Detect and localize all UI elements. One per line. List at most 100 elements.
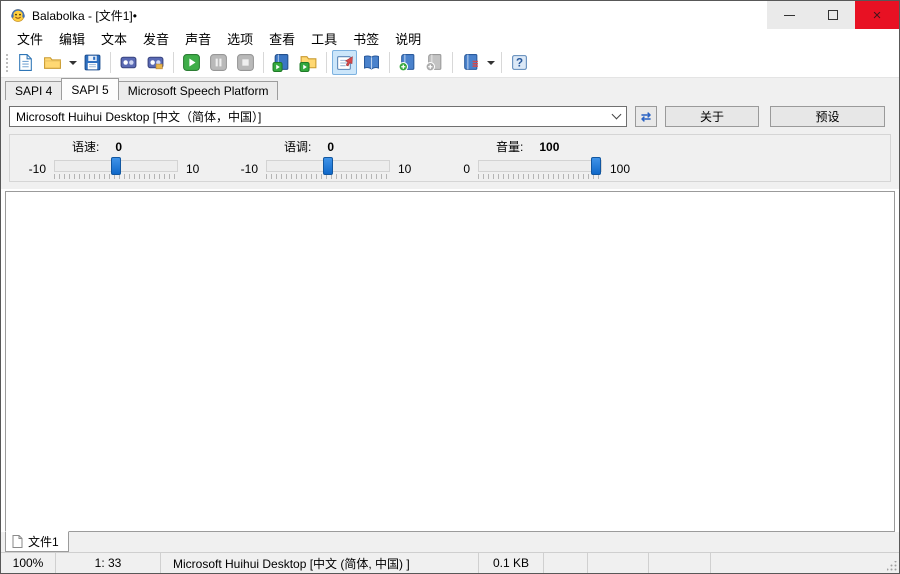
close-button[interactable]: ×	[855, 1, 899, 29]
remove-dictionary-icon	[461, 53, 480, 72]
menu-tools[interactable]: 工具	[303, 28, 345, 49]
rate-slider[interactable]	[54, 160, 178, 172]
refresh-voices-button[interactable]: ⇄	[635, 106, 657, 127]
volume-min-label: 0	[448, 162, 478, 176]
add-dictionary-icon	[398, 53, 417, 72]
pitch-min-label: -10	[236, 162, 266, 176]
tab-sapi4[interactable]: SAPI 4	[5, 81, 62, 100]
menu-text[interactable]: 文本	[93, 28, 135, 49]
pause-button[interactable]	[206, 50, 231, 75]
add-dictionary-disabled-icon	[425, 53, 444, 72]
toolbar-gripper[interactable]	[4, 52, 8, 74]
toolbar-separator	[452, 52, 453, 73]
toolbar-separator	[326, 52, 327, 73]
pause-icon	[209, 53, 228, 72]
tab-microsoft-speech-platform[interactable]: Microsoft Speech Platform	[118, 81, 279, 100]
open-file-dropdown-button[interactable]	[66, 50, 79, 75]
save-audio-file-icon	[119, 53, 138, 72]
voice-panel: Microsoft Huihui Desktop [中文（简体，中国）] ⇄ 关…	[1, 100, 899, 189]
volume-slider-block: 音量: 100 0 100	[448, 138, 646, 179]
toolbar-separator	[263, 52, 264, 73]
split-audio-file-button[interactable]	[143, 50, 168, 75]
menu-help[interactable]: 说明	[387, 28, 429, 49]
new-document-button[interactable]	[13, 50, 38, 75]
status-voice: Microsoft Huihui Desktop [中文 (简体, 中国) ]	[161, 553, 479, 573]
save-file-button[interactable]	[80, 50, 105, 75]
rate-label: 语速:	[72, 138, 99, 155]
stop-button[interactable]	[233, 50, 258, 75]
menu-bookmarks[interactable]: 书签	[345, 28, 387, 49]
rate-max-label: 10	[178, 162, 212, 176]
document-icon	[12, 535, 23, 548]
help-button[interactable]: ?	[507, 50, 532, 75]
chevron-down-icon	[69, 61, 77, 65]
tab-sapi5[interactable]: SAPI 5	[61, 78, 118, 100]
rate-value: 0	[115, 140, 122, 154]
balabolka-app-icon	[10, 7, 26, 23]
maximize-button[interactable]	[811, 1, 855, 29]
close-icon: ×	[873, 7, 882, 24]
menu-view[interactable]: 查看	[261, 28, 303, 49]
dictionary-icon	[362, 53, 381, 72]
remove-dictionary-dropdown-button[interactable]	[484, 50, 497, 75]
remove-dictionary-button[interactable]	[458, 50, 483, 75]
document-tab-label: 文件1	[28, 533, 59, 550]
open-file-button[interactable]	[40, 50, 65, 75]
rate-slider-thumb[interactable]	[111, 157, 121, 175]
read-file-icon	[272, 53, 291, 72]
voice-engine-tabs: SAPI 4 SAPI 5 Microsoft Speech Platform	[1, 78, 899, 100]
open-file-icon	[43, 53, 62, 72]
volume-max-label: 100	[602, 162, 636, 176]
menu-options[interactable]: 选项	[219, 28, 261, 49]
read-file-button[interactable]	[269, 50, 294, 75]
add-dictionary-button-disabled[interactable]	[422, 50, 447, 75]
voice-select[interactable]: Microsoft Huihui Desktop [中文（简体，中国）]	[9, 106, 627, 127]
volume-value: 100	[539, 140, 559, 154]
chevron-down-icon	[487, 61, 495, 65]
pitch-slider-thumb[interactable]	[323, 157, 333, 175]
help-icon: ?	[510, 53, 529, 72]
window-title: Balabolka - [文件1]•	[32, 7, 137, 24]
add-dictionary-button[interactable]	[395, 50, 420, 75]
menu-file[interactable]: 文件	[9, 28, 51, 49]
read-folder-button[interactable]	[296, 50, 321, 75]
rate-min-label: -10	[24, 162, 54, 176]
status-zoom: 100%	[1, 553, 56, 573]
minimize-button[interactable]	[767, 1, 811, 29]
save-audio-file-button[interactable]	[116, 50, 141, 75]
highlight-text-icon	[335, 53, 354, 72]
text-editor[interactable]	[5, 191, 895, 532]
dictionary-button[interactable]	[359, 50, 384, 75]
volume-slider-ticks	[478, 174, 602, 179]
volume-slider-thumb[interactable]	[591, 157, 601, 175]
about-voice-button[interactable]: 关于	[665, 106, 759, 127]
menu-pronounce[interactable]: 发音	[135, 28, 177, 49]
toolbar-separator	[501, 52, 502, 73]
menu-edit[interactable]: 编辑	[51, 28, 93, 49]
volume-label: 音量:	[496, 138, 523, 155]
document-tab-file1[interactable]: 文件1	[5, 531, 69, 552]
status-empty-section	[711, 553, 899, 573]
read-folder-icon	[299, 53, 318, 72]
pitch-slider-block: 语调: 0 -10 10	[236, 138, 434, 179]
toolbar: ?	[1, 48, 899, 78]
presets-button[interactable]: 预设	[770, 106, 885, 127]
balabolka-window: Balabolka - [文件1]• × 文件 编辑 文本 发音 声音 选项 查…	[0, 0, 900, 574]
play-button[interactable]	[179, 50, 204, 75]
pitch-label: 语调:	[284, 138, 311, 155]
document-tab-bar: 文件1	[1, 532, 899, 552]
pitch-slider[interactable]	[266, 160, 390, 172]
save-file-icon	[83, 53, 102, 72]
volume-slider[interactable]	[478, 160, 602, 172]
chevron-down-icon	[612, 110, 622, 120]
status-file-size: 0.1 KB	[479, 553, 544, 573]
refresh-icon: ⇄	[641, 110, 651, 124]
status-caret-position: 1: 33	[56, 553, 161, 573]
resize-grip[interactable]	[887, 561, 897, 571]
toolbar-separator	[110, 52, 111, 73]
pitch-max-label: 10	[390, 162, 424, 176]
window-controls: ×	[767, 1, 899, 29]
titlebar: Balabolka - [文件1]• ×	[1, 1, 899, 29]
highlight-text-toggle[interactable]	[332, 50, 357, 75]
menu-voice[interactable]: 声音	[177, 28, 219, 49]
